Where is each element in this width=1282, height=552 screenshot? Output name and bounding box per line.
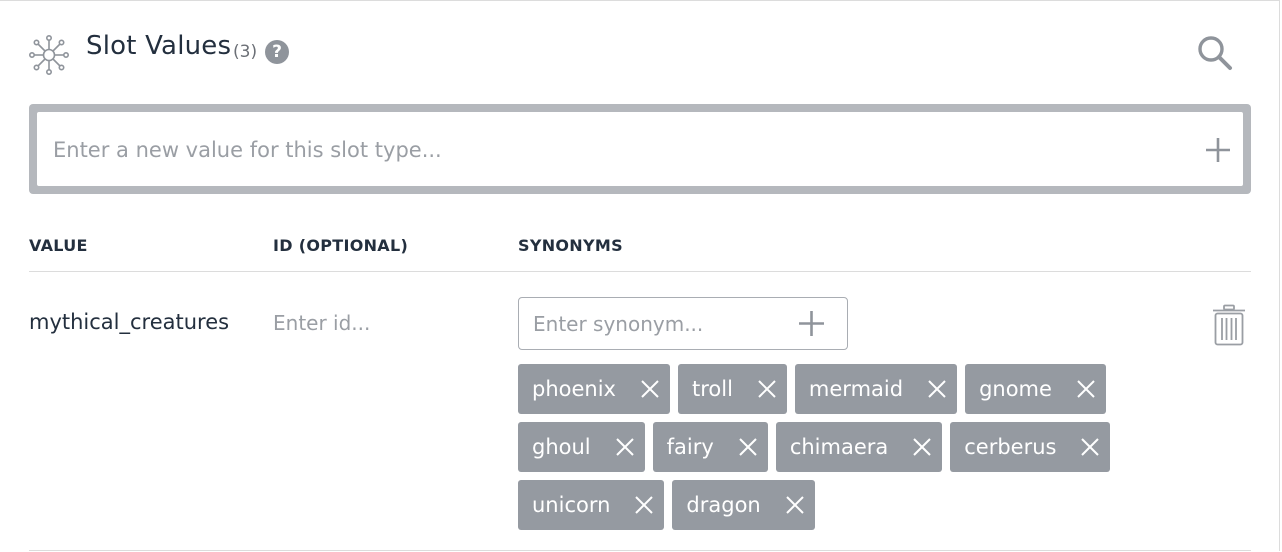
synonym-chip-label: ghoul bbox=[532, 435, 591, 459]
remove-synonym-icon[interactable] bbox=[640, 379, 660, 399]
synonym-chip-row: unicorn dragon bbox=[518, 480, 1218, 530]
synonym-chip-row: phoenix troll mermaid gnome bbox=[518, 364, 1218, 414]
synonym-chip-label: troll bbox=[691, 377, 733, 401]
synonym-chip-label: phoenix bbox=[532, 377, 616, 401]
synonym-chip-list: phoenix troll mermaid gnome ghoul fairy chimae… bbox=[518, 364, 1218, 538]
search-icon[interactable] bbox=[1196, 34, 1234, 72]
remove-synonym-icon[interactable] bbox=[785, 495, 805, 515]
header-divider bbox=[29, 271, 1251, 272]
value-count: (3) bbox=[233, 42, 258, 62]
synonym-chip-label: dragon bbox=[686, 493, 761, 517]
slot-values-panel: Slot Values (3) ? VALUE ID (OPTIONAL) SY… bbox=[0, 0, 1280, 551]
new-value-input[interactable] bbox=[51, 112, 1155, 188]
remove-synonym-icon[interactable] bbox=[927, 379, 947, 399]
synonym-chip-label: mermaid bbox=[808, 377, 904, 401]
synonym-chip: troll bbox=[677, 364, 787, 414]
synonym-chip: ghoul bbox=[518, 422, 645, 472]
synonym-input[interactable] bbox=[533, 307, 783, 340]
synonym-chip: phoenix bbox=[518, 364, 670, 414]
row-divider bbox=[29, 550, 1251, 551]
network-nodes-icon bbox=[28, 34, 69, 75]
synonym-chip-label: fairy bbox=[666, 435, 714, 459]
remove-synonym-icon[interactable] bbox=[615, 437, 635, 457]
new-value-field-wrapper bbox=[29, 104, 1251, 194]
column-header-value: VALUE bbox=[29, 236, 88, 255]
synonym-chip-label: gnome bbox=[979, 377, 1052, 401]
synonym-chip-label: cerberus bbox=[964, 435, 1057, 459]
synonym-chip-label: unicorn bbox=[532, 493, 611, 517]
synonym-chip: dragon bbox=[672, 480, 815, 530]
synonym-chip: chimaera bbox=[775, 422, 943, 472]
remove-synonym-icon[interactable] bbox=[1076, 379, 1096, 399]
synonym-field bbox=[518, 297, 848, 350]
add-synonym-icon[interactable] bbox=[798, 310, 825, 337]
synonym-chip: cerberus bbox=[950, 422, 1111, 472]
new-value-field bbox=[37, 112, 1243, 188]
synonym-chip-row: ghoul fairy chimaera cerberus bbox=[518, 422, 1218, 472]
synonym-chip: gnome bbox=[965, 364, 1106, 414]
remove-synonym-icon[interactable] bbox=[757, 379, 777, 399]
page-title: Slot Values bbox=[86, 31, 232, 61]
synonym-chip-label: chimaera bbox=[789, 435, 889, 459]
remove-synonym-icon[interactable] bbox=[1080, 437, 1100, 457]
synonym-chip: mermaid bbox=[794, 364, 958, 414]
remove-synonym-icon[interactable] bbox=[634, 495, 654, 515]
remove-synonym-icon[interactable] bbox=[912, 437, 932, 457]
synonym-chip: unicorn bbox=[518, 480, 665, 530]
column-header-synonyms: SYNONYMS bbox=[518, 236, 623, 255]
column-header-id: ID (OPTIONAL) bbox=[273, 236, 409, 255]
help-icon[interactable]: ? bbox=[265, 40, 289, 64]
trash-icon[interactable] bbox=[1212, 304, 1246, 346]
remove-synonym-icon[interactable] bbox=[738, 437, 758, 457]
plus-icon[interactable] bbox=[1205, 137, 1231, 163]
slot-value-text[interactable]: mythical_creatures bbox=[29, 310, 229, 334]
synonym-chip: fairy bbox=[652, 422, 768, 472]
id-input[interactable] bbox=[273, 307, 473, 339]
